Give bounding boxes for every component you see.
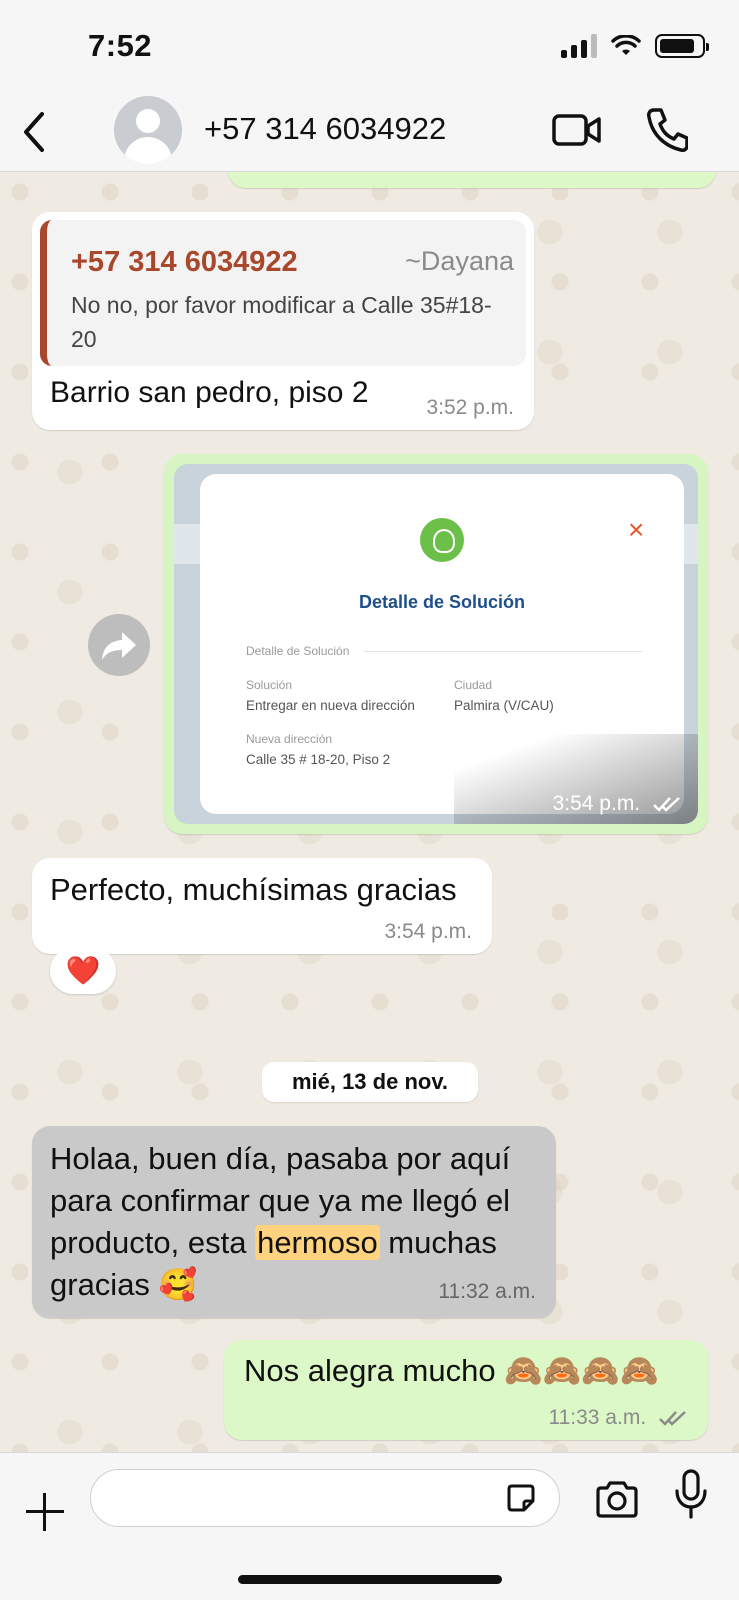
incoming-message[interactable]: Perfecto, muchísimas gracias 3:54 p.m. [32,858,492,954]
message-text: Perfecto, muchísimas gracias [50,872,457,907]
search-highlight: hermoso [255,1225,380,1260]
quote-author: +57 314 6034922 [71,246,298,278]
chevron-left-icon[interactable] [16,108,52,156]
date-separator: mié, 13 de nov. [262,1062,478,1102]
home-indicator [238,1575,502,1584]
phone-icon[interactable] [646,106,688,152]
solution-value: Entregar en nueva dirección [246,698,415,713]
sticker-icon[interactable] [504,1481,538,1515]
forward-button[interactable] [88,614,150,676]
message-composer [0,1452,739,1600]
lightbulb-icon [420,518,464,562]
message-text: Nos alegra mucho 🙈🙈🙈🙈 [244,1353,659,1388]
message-text: Barrio san pedro, piso 2 [50,376,369,409]
close-icon: × [628,514,645,545]
screenshot-image[interactable]: × Detalle de Solución Detalle de Solució… [174,464,698,824]
microphone-icon[interactable] [674,1469,708,1521]
city-value: Palmira (V/CAU) [454,698,554,713]
message-time: 3:54 p.m. [553,792,682,816]
contact-name[interactable]: +57 314 6034922 [204,111,446,147]
message-input[interactable] [90,1469,560,1527]
city-label: Ciudad [454,678,493,692]
outgoing-message[interactable]: Nos alegra mucho 🙈🙈🙈🙈 11:33 a.m. [224,1340,708,1440]
quoted-reply-message[interactable]: +57 314 6034922 ~Dayana No no, por favor… [32,212,534,430]
double-check-icon [653,797,680,813]
solution-label: Solución [246,678,293,692]
message-time: 3:52 p.m. [426,396,514,419]
status-time: 7:52 [88,28,153,63]
avatar[interactable] [114,96,182,164]
status-icons [561,34,709,58]
battery-icon [655,34,709,58]
image-message[interactable]: × Detalle de Solución Detalle de Solució… [164,454,708,834]
quote-text: No no, por favor modificar a Calle 35#18… [71,292,492,352]
camera-icon[interactable] [594,1479,640,1519]
plus-icon[interactable] [26,1493,64,1531]
chat-header: 7:52 +57 314 6034922 [0,0,739,172]
new-address-label: Nueva dirección [246,732,333,746]
quoted-message[interactable]: +57 314 6034922 ~Dayana No no, por favor… [40,220,526,366]
quote-alias: ~Dayana [405,246,514,276]
incoming-message-highlighted[interactable]: Holaa, buen día, pasaba por aquí para co… [32,1126,556,1318]
message-time: 11:32 a.m. [438,1280,536,1303]
heart-reaction[interactable]: ❤️ [50,948,116,994]
forward-arrow-icon [102,632,136,660]
signal-icon [561,34,597,58]
double-check-icon [659,1411,686,1427]
new-address-value: Calle 35 # 18-20, Piso 2 [246,752,391,767]
wifi-icon [611,35,641,55]
message-time: 11:33 a.m. [548,1406,688,1430]
card-title: Detalle de Solución [358,592,526,612]
divider [364,651,642,652]
video-camera-icon[interactable] [552,110,602,150]
card-section-label: Detalle de Solución [246,644,350,658]
message-time: 3:54 p.m. [384,920,472,943]
